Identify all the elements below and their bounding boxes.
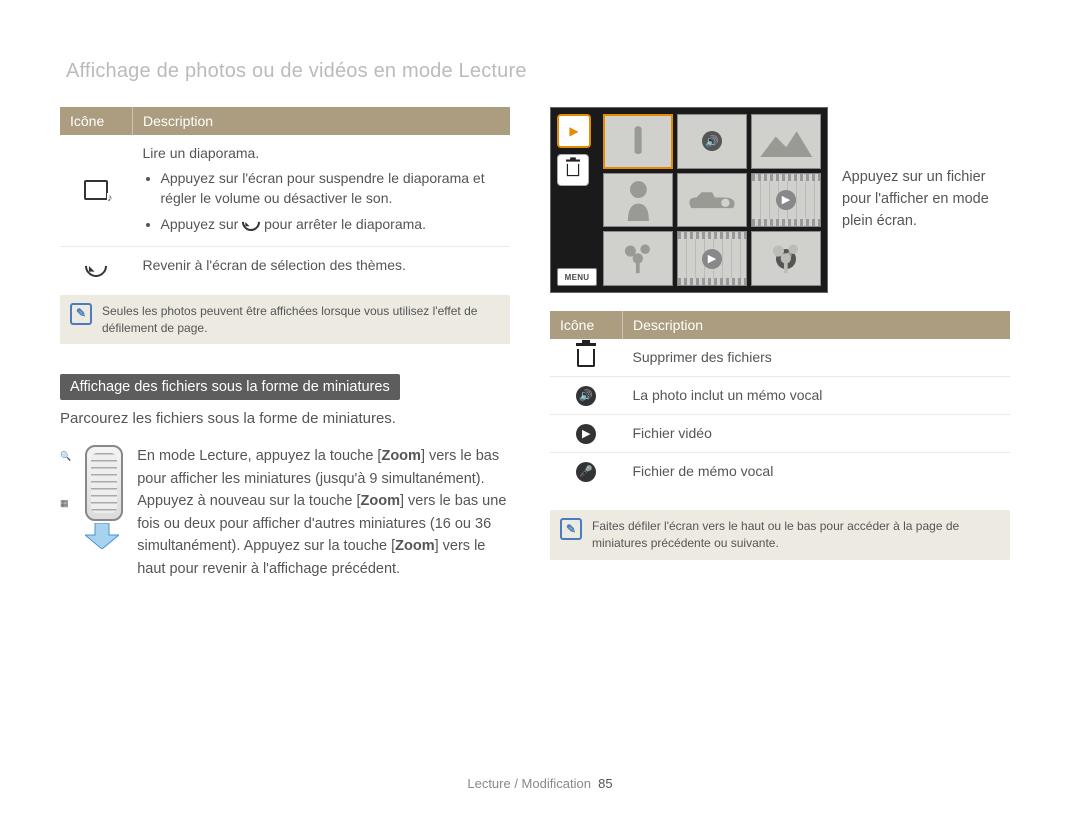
- icon-table-right: Icône Description Supprimer des fichiers…: [550, 311, 1010, 490]
- thumbnail-video: ▶: [751, 173, 821, 228]
- play-icon: ▶: [576, 424, 596, 444]
- note-icon: ✎: [560, 518, 582, 540]
- thumbnail: 🎤: [751, 231, 821, 286]
- back-icon: [81, 250, 112, 281]
- zoom-label-top: 🔍: [60, 451, 71, 462]
- shot-slideshow-button: ▶: [557, 114, 591, 148]
- page-title: Affichage de photos ou de vidéos en mode…: [66, 60, 1020, 83]
- zoom-instruction-text: En mode Lecture, appuyez la touche [Zoom…: [137, 445, 510, 580]
- row-video-desc: Fichier vidéo: [623, 415, 1011, 453]
- section-heading: Affichage des fichiers sous la forme de …: [60, 374, 400, 400]
- section-description: Parcourez les fichiers sous la forme de …: [60, 410, 510, 427]
- thumbnail: [751, 114, 821, 169]
- thumbnail: [603, 173, 673, 228]
- col-header-desc: Description: [623, 311, 1011, 339]
- screenshot-caption: Appuyez sur un fichier pour l'afficher e…: [842, 167, 1002, 232]
- note-right: ✎ Faites défiler l'écran vers le haut ou…: [550, 510, 1010, 560]
- row-memo-file-desc: Fichier de mémo vocal: [623, 453, 1011, 491]
- thumbnail-screenshot: ▶ MENU 🔊 ▶ ▶ 🎤: [550, 107, 828, 293]
- zoom-switch-illustration: [85, 445, 123, 521]
- shot-delete-button: [557, 154, 589, 186]
- right-column: ▶ MENU 🔊 ▶ ▶ 🎤: [550, 107, 1010, 580]
- thumbnail: 🔊: [677, 114, 747, 169]
- col-header-desc: Description: [133, 107, 511, 135]
- col-header-icon: Icône: [550, 311, 623, 339]
- col-header-icon: Icône: [60, 107, 133, 135]
- row-memo-photo-desc: La photo inclut un mémo vocal: [623, 377, 1011, 415]
- thumbnail-video: ▶: [677, 231, 747, 286]
- down-arrow-icon: [85, 523, 119, 549]
- trash-icon: [577, 349, 595, 367]
- thumbnail: [677, 173, 747, 228]
- row-slideshow-desc: Lire un diaporama. Appuyez sur l'écran p…: [133, 135, 511, 246]
- note-left: ✎ Seules les photos peuvent être affiché…: [60, 295, 510, 345]
- page-footer: Lecture / Modification 85: [0, 776, 1080, 791]
- thumbnail: [603, 114, 673, 169]
- zoom-label-bottom: ▦: [60, 498, 71, 509]
- icon-table-left: Icône Description Lire un diaporama. App…: [60, 107, 510, 285]
- thumbnail: [603, 231, 673, 286]
- speaker-icon: 🔊: [576, 386, 596, 406]
- row-back-desc: Revenir à l'écran de sélection des thème…: [133, 246, 511, 285]
- zoom-instruction-block: 🔍 ▦ En mode Lecture, appuyez la touche […: [60, 445, 510, 580]
- shot-menu-button: MENU: [557, 268, 597, 286]
- left-column: Icône Description Lire un diaporama. App…: [60, 107, 510, 580]
- memo-icon: 🎤: [576, 462, 596, 482]
- note-icon: ✎: [70, 303, 92, 325]
- row-delete-desc: Supprimer des fichiers: [623, 339, 1011, 377]
- slideshow-icon: [84, 180, 108, 200]
